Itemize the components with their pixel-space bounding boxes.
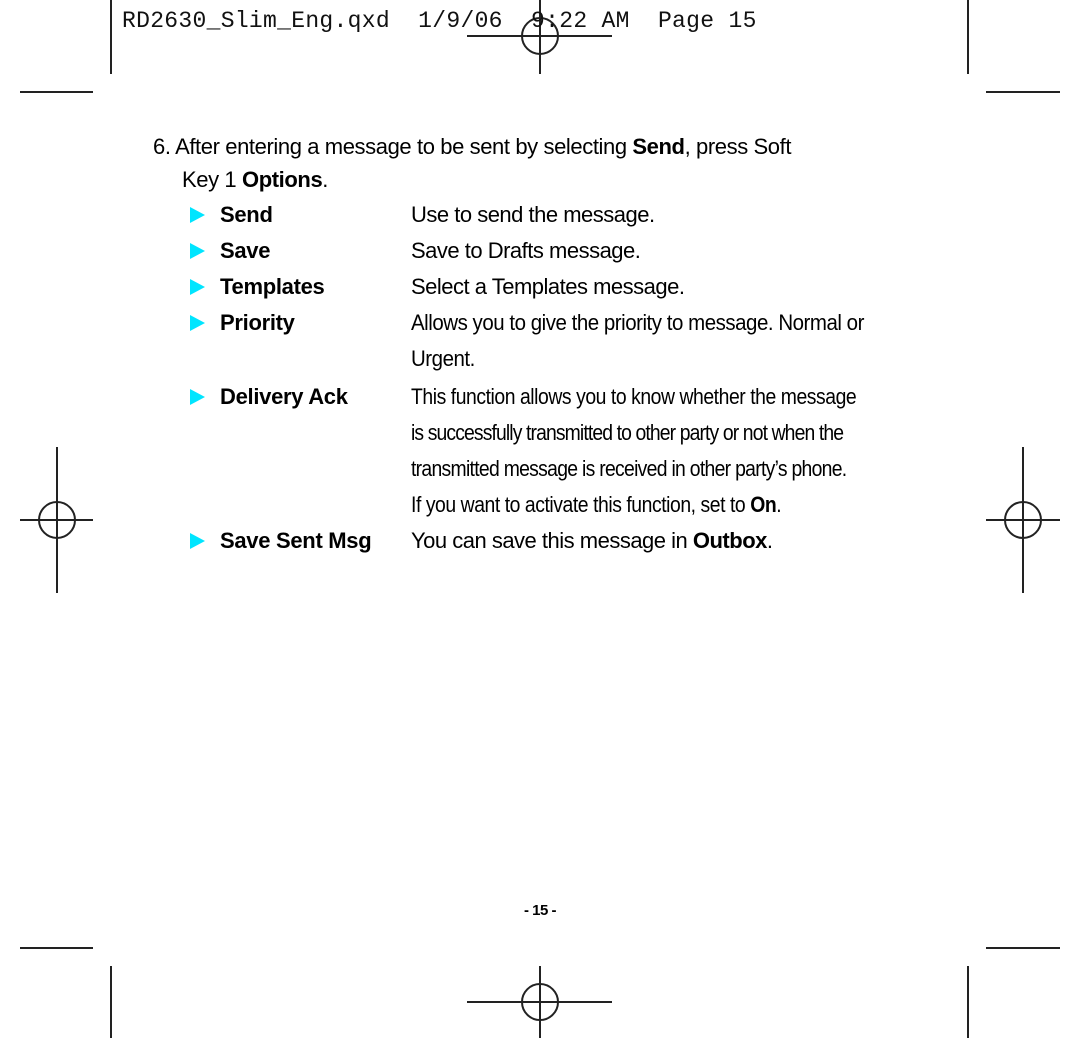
on-term: On (750, 492, 777, 517)
print-slug-line: RD2630_Slim_Eng.qxd 1/9/06 9:22 AM Page … (122, 8, 757, 34)
registration-target-bottom (467, 966, 612, 1038)
step-6-instruction: 6. After entering a message to be sent b… (153, 130, 953, 196)
send-term: Send (632, 134, 685, 159)
step-text: After entering a message to be sent by s… (175, 134, 792, 159)
option-description: Save to Drafts message. (411, 238, 641, 263)
option-description: Allows you to give the priority to messa… (411, 310, 864, 371)
option-description: This function allows you to know whether… (411, 384, 857, 517)
step-text-continued: Key 1 Options. (182, 167, 329, 192)
option-label: Save Sent Msg (220, 528, 372, 553)
bullet-triangle-icon (190, 315, 205, 331)
slug-time: 9:22 AM (531, 8, 630, 34)
slug-filename: RD2630_Slim_Eng.qxd (122, 8, 390, 34)
bullet-triangle-icon (190, 279, 205, 295)
bullet-triangle-icon (190, 389, 205, 405)
registration-target-left (20, 447, 93, 593)
outbox-term: Outbox (692, 528, 768, 553)
option-description: You can save this message in Outbox. (411, 528, 773, 553)
slug-page: Page 15 (657, 8, 757, 34)
page-number: - 15 - (523, 902, 557, 919)
bullet-triangle-icon (190, 207, 205, 223)
slug-date: 1/9/06 (418, 8, 503, 34)
option-label: Send (220, 202, 273, 227)
options-term: Options (241, 167, 323, 192)
option-label: Priority (220, 310, 295, 335)
step-number: 6. (153, 134, 171, 159)
bullet-triangle-icon (190, 243, 205, 259)
option-label: Delivery Ack (220, 384, 348, 409)
bullet-triangle-icon (190, 533, 205, 549)
option-description: Select a Templates message. (411, 274, 685, 299)
option-description: Use to send the message. (411, 202, 655, 227)
option-label: Save (220, 238, 271, 263)
registration-target-right (986, 447, 1060, 593)
option-label: Templates (220, 274, 325, 299)
